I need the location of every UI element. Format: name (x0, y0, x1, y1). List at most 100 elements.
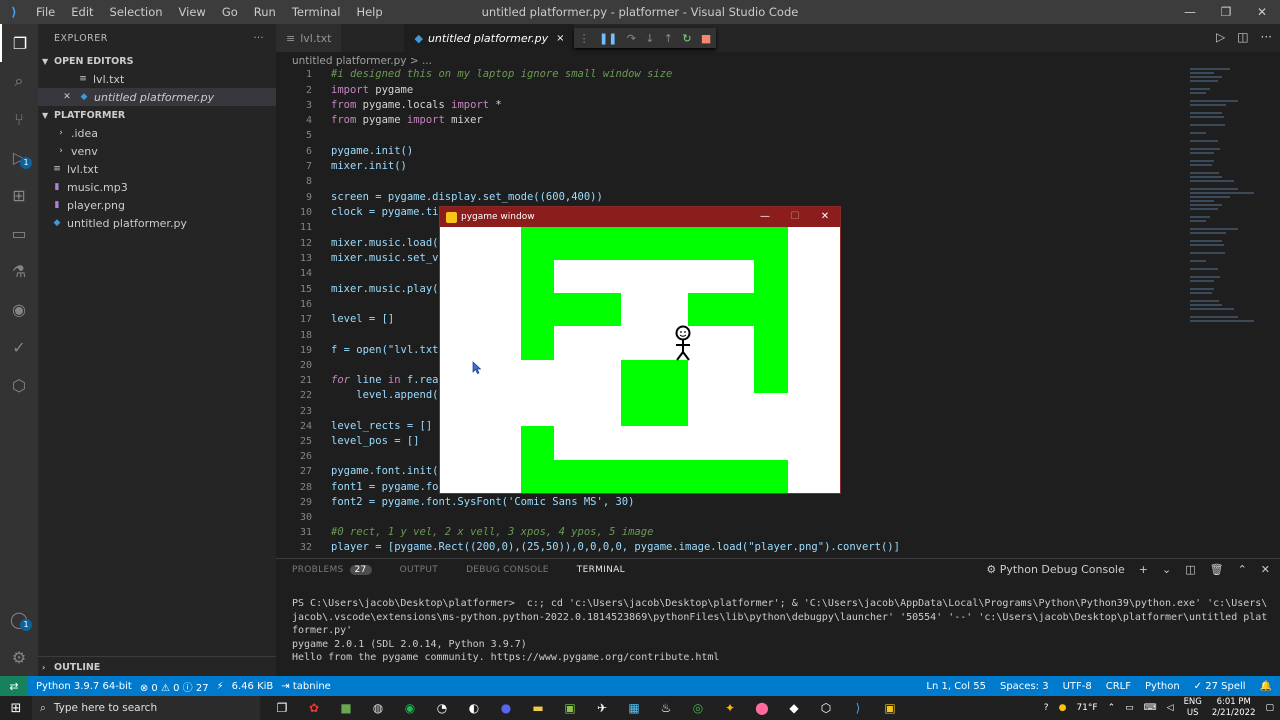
cursor-position[interactable]: Ln 1, Col 55 (926, 681, 986, 692)
more-actions-icon[interactable]: ··· (253, 33, 264, 44)
input-language[interactable]: ENG US (1184, 697, 1202, 719)
close-icon[interactable]: ✕ (1244, 0, 1280, 24)
terminal-select[interactable]: ⚙ Python Debug Console (986, 563, 1124, 576)
step-over-icon[interactable]: ↷ (627, 32, 636, 45)
tab-problems[interactable]: PROBLEMS 27 (292, 565, 372, 575)
step-into-icon[interactable]: ↓ (645, 32, 654, 45)
settings-gear-icon[interactable]: ⚙ (0, 638, 38, 676)
task-view-icon[interactable]: ❐ (266, 696, 298, 720)
vscode-taskbar-icon[interactable]: ⟩ (842, 696, 874, 720)
spell-check[interactable]: ✓ 27 Spell (1194, 681, 1246, 692)
language-mode[interactable]: Python (1145, 681, 1180, 692)
app-icon[interactable]: ◆ (778, 696, 810, 720)
menu-go[interactable]: Go (214, 0, 246, 24)
tab-platformer[interactable]: ◆ untitled platformer.py × (404, 24, 576, 52)
maximize-panel-icon[interactable]: ⌃ (1238, 563, 1247, 576)
file-tree-item[interactable]: ◆ untitled platformer.py (38, 214, 276, 232)
live-share-icon[interactable]: ⚡ (217, 681, 224, 692)
grid-app-icon[interactable]: ▦ (618, 696, 650, 720)
close-tab-icon[interactable]: × (556, 33, 564, 44)
testing-icon[interactable]: ⚗ (0, 252, 38, 290)
tab-lvl[interactable]: ≡ lvl.txt (276, 24, 343, 52)
minimize-icon[interactable]: — (750, 207, 780, 227)
file-tree-item[interactable]: ≡ lvl.txt (38, 160, 276, 178)
app-icon[interactable]: ✈ (586, 696, 618, 720)
outline-section[interactable]: › OUTLINE (38, 656, 276, 676)
pygame-taskbar-icon[interactable]: ▣ (874, 696, 906, 720)
editor-scrollbar[interactable] (1272, 68, 1280, 558)
terminal-output[interactable]: PS C:\Users\jacob\Desktop\platformer> c:… (276, 581, 1280, 665)
game-canvas[interactable] (440, 227, 840, 493)
file-tree-item[interactable]: › .idea (38, 124, 276, 142)
drag-handle-icon[interactable]: ⋮ (579, 32, 590, 45)
file-tree-item[interactable]: ▮ player.png (38, 196, 276, 214)
app-icon[interactable]: ⬤ (746, 696, 778, 720)
accounts-icon[interactable]: ◯ 1 (0, 600, 38, 638)
run-icon[interactable]: ▷ (1216, 30, 1225, 44)
app-icon[interactable]: ◍ (362, 696, 394, 720)
unity-icon[interactable]: ⬡ (810, 696, 842, 720)
end-of-line[interactable]: CRLF (1106, 681, 1131, 692)
run-debug-icon[interactable]: ▷ 1 (0, 138, 38, 176)
menu-file[interactable]: File (28, 0, 63, 24)
restart-icon[interactable]: ↻ (682, 32, 691, 45)
clock[interactable]: 6:01 PM 2/21/2022 (1212, 697, 1256, 719)
open-editor-platformer[interactable]: ✕ ◆ untitled platformer.py (38, 88, 276, 106)
file-explorer-icon[interactable]: ▬ (522, 696, 554, 720)
help-icon[interactable]: ? (1044, 703, 1049, 713)
weather-temp[interactable]: 71°F (1076, 703, 1097, 713)
minimize-icon[interactable]: — (1172, 0, 1208, 24)
problems-status[interactable]: ⊗ 0 ⚠ 0 ⓘ 27 (140, 679, 209, 694)
network-icon[interactable]: ▭ (1125, 703, 1134, 713)
file-tree-item[interactable]: › venv (38, 142, 276, 160)
menu-edit[interactable]: Edit (63, 0, 101, 24)
new-terminal-icon[interactable]: + (1139, 563, 1148, 576)
step-out-icon[interactable]: ↑ (664, 32, 673, 45)
project-section[interactable]: ▼ PLATFORMER (38, 106, 276, 124)
encoding[interactable]: UTF-8 (1063, 681, 1092, 692)
split-editor-icon[interactable]: ◫ (1237, 30, 1248, 44)
python-interpreter[interactable]: Python 3.9.7 64-bit (36, 681, 132, 692)
menu-selection[interactable]: Selection (102, 0, 171, 24)
file-tree-item[interactable]: ▮ music.mp3 (38, 178, 276, 196)
pygame-titlebar[interactable]: pygame window — ☐ ✕ (440, 207, 840, 227)
chrome-icon[interactable]: ◎ (682, 696, 714, 720)
keyboard-icon[interactable]: ⌨ (1144, 703, 1157, 713)
close-icon[interactable]: ✕ (810, 207, 840, 227)
steam-icon[interactable]: ♨ (650, 696, 682, 720)
tab-terminal[interactable]: TERMINAL (577, 565, 625, 575)
maximize-icon[interactable]: ❐ (1208, 0, 1244, 24)
pause-icon[interactable]: ❚❚ (599, 32, 617, 45)
extensions-icon[interactable]: ⊞ (0, 176, 38, 214)
menu-terminal[interactable]: Terminal (284, 0, 349, 24)
notification-center-icon[interactable]: ▢ (1265, 703, 1274, 713)
game-app-icon[interactable]: ◐ (458, 696, 490, 720)
more-actions-icon[interactable]: ··· (1261, 30, 1272, 44)
notifications-icon[interactable]: 🔔 (1260, 681, 1272, 692)
check-icon[interactable]: ✓ (0, 328, 38, 366)
windows-start-icon[interactable]: ⊞ (0, 696, 32, 720)
open-editor-lvl[interactable]: ≡ lvl.txt (38, 70, 276, 88)
chevron-down-icon[interactable]: ⌄ (1162, 563, 1171, 576)
clock-app-icon[interactable]: ◔ (426, 696, 458, 720)
explorer-icon[interactable]: ❐ (0, 24, 38, 62)
discord-icon[interactable]: ● (490, 696, 522, 720)
search-icon[interactable]: ⌕ (0, 62, 38, 100)
tabnine-status[interactable]: ⇥ tabnine (281, 681, 331, 692)
extension-icon[interactable]: ⬡ (0, 366, 38, 404)
stop-icon[interactable]: ■ (701, 32, 711, 45)
app-icon[interactable]: ✦ (714, 696, 746, 720)
remote-icon[interactable]: ⇄ (0, 676, 28, 696)
menu-view[interactable]: View (171, 0, 214, 24)
weather-icon[interactable]: ● (1059, 703, 1067, 713)
pygame-window[interactable]: pygame window — ☐ ✕ (439, 206, 841, 494)
minecraft-icon[interactable]: ■ (330, 696, 362, 720)
indentation[interactable]: Spaces: 3 (1000, 681, 1049, 692)
menu-run[interactable]: Run (246, 0, 284, 24)
trash-icon[interactable]: 🗑 (1210, 563, 1224, 576)
git-icon[interactable]: ◉ (0, 290, 38, 328)
open-editors-section[interactable]: ▼ OPEN EDITORS (38, 52, 276, 70)
close-panel-icon[interactable]: ✕ (1261, 563, 1270, 576)
tab-debug-console[interactable]: DEBUG CONSOLE (466, 565, 549, 575)
split-terminal-icon[interactable]: ◫ (1185, 563, 1195, 576)
